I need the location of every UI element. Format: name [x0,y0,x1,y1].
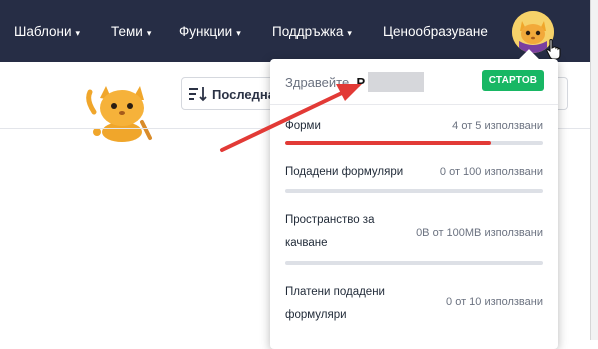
usage-bar [285,141,543,145]
hand-pointer-icon [546,38,561,60]
usage-label: Платени подадени формуляри [285,286,385,321]
nav-themes[interactable]: Теми ▾ [111,24,151,39]
nav-support[interactable]: Поддръжка ▾ [272,24,352,39]
nav-label: Ценообразуване [383,24,488,39]
chevron-down-icon: ▾ [75,28,81,38]
usage-value: 4 от 5 използвани [452,120,543,132]
usage-bar [285,189,543,193]
sort-button-label: Последна [212,87,275,102]
usage-label: Пространство за качване [285,214,375,249]
redacted-username [368,72,424,92]
greeting: Здравейте, Р [285,75,365,90]
sort-button[interactable]: Последна [181,77,281,110]
chevron-down-icon: ▾ [146,28,152,38]
usage-value: 0 от 10 използвани [446,296,543,308]
greeting-text: Здравейте, [285,75,353,90]
chevron-down-icon: ▾ [347,28,352,38]
nav-label: Теми [111,24,143,39]
scrollbar-track[interactable] [590,0,598,340]
chevron-down-icon: ▾ [236,28,241,38]
sort-descending-icon [189,87,207,102]
nav-label: Поддръжка [272,24,344,39]
top-navigation-bar: Шаблони ▾ Теми ▾ Функции ▾ Поддръжка ▾ Ценоо… [0,0,598,62]
usage-label: Подадени формуляри [285,166,404,178]
plan-badge[interactable]: СТАРТОВ [482,70,544,91]
usage-value: 0B от 100MB използвани [416,227,543,239]
nav-templates[interactable]: Шаблони ▾ [14,24,80,39]
user-name: Р [356,75,366,90]
dropdown-divider [270,104,558,105]
usage-value: 0 от 100 използвани [439,166,543,178]
nav-label: Функции [179,24,233,39]
podo-mascot-icon [86,86,152,142]
nav-label: Шаблони [14,24,72,39]
usage-label: Форми [285,120,321,132]
usage-bar [285,261,543,265]
account-dropdown: Здравейте, Р СТАРТОВ Форми 4 от 5 използ… [270,49,558,349]
nav-features[interactable]: Функции ▾ [179,24,241,39]
usage-bar-fill [285,141,492,145]
nav-pricing[interactable]: Ценообразуване [383,24,488,39]
